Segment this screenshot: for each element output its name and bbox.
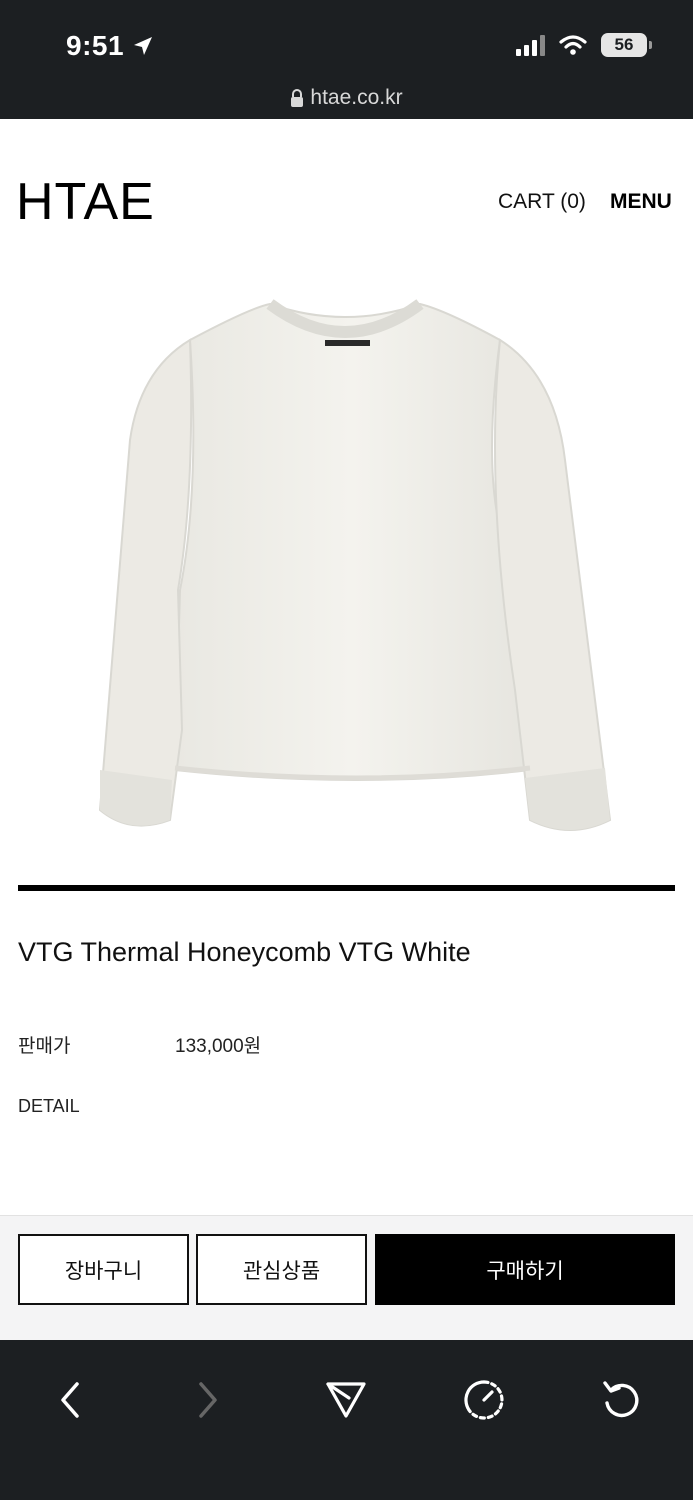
price-label: 판매가	[18, 1036, 71, 1057]
browser-toolbar	[0, 1340, 693, 1500]
site-logo[interactable]: HTAE	[16, 172, 155, 232]
cart-link[interactable]: CART (0)	[498, 190, 586, 214]
reload-button[interactable]	[592, 1360, 652, 1440]
address-bar[interactable]: htae.co.kr	[0, 86, 693, 110]
speed-dial-button[interactable]	[454, 1360, 514, 1440]
speed-icon	[464, 1380, 504, 1420]
price-value: 133,000원	[175, 1036, 262, 1057]
share-button[interactable]	[316, 1360, 376, 1440]
product-image[interactable]	[60, 290, 630, 850]
status-time-text: 9:51	[66, 30, 125, 61]
wishlist-button[interactable]: 관심상품	[196, 1234, 367, 1305]
share-icon	[326, 1382, 366, 1418]
menu-button[interactable]: MENU	[610, 190, 672, 214]
forward-icon	[199, 1382, 217, 1418]
reload-icon	[603, 1381, 639, 1418]
battery-level: 56	[614, 35, 634, 54]
wifi-icon	[559, 35, 587, 55]
detail-link[interactable]: DETAIL	[18, 1096, 80, 1117]
status-indicators: 56	[516, 33, 652, 57]
section-divider	[18, 885, 675, 891]
product-title: VTG Thermal Honeycomb VTG White	[18, 937, 471, 967]
forward-button[interactable]	[178, 1360, 238, 1440]
add-to-cart-button[interactable]: 장바구니	[18, 1234, 189, 1305]
cellular-signal-icon	[516, 34, 545, 56]
buy-now-button[interactable]: 구매하기	[375, 1234, 675, 1305]
status-time: 9:51	[66, 30, 154, 62]
back-button[interactable]	[40, 1360, 100, 1440]
browser-chrome-top: 9:51 56 htae.co.kr	[0, 0, 693, 119]
location-arrow-icon	[134, 37, 153, 55]
back-icon	[61, 1382, 79, 1418]
lock-icon	[291, 89, 304, 107]
url-text[interactable]: htae.co.kr	[310, 86, 402, 110]
battery-icon: 56	[601, 33, 652, 57]
purchase-action-bar: 장바구니 관심상품 구매하기	[0, 1215, 693, 1340]
